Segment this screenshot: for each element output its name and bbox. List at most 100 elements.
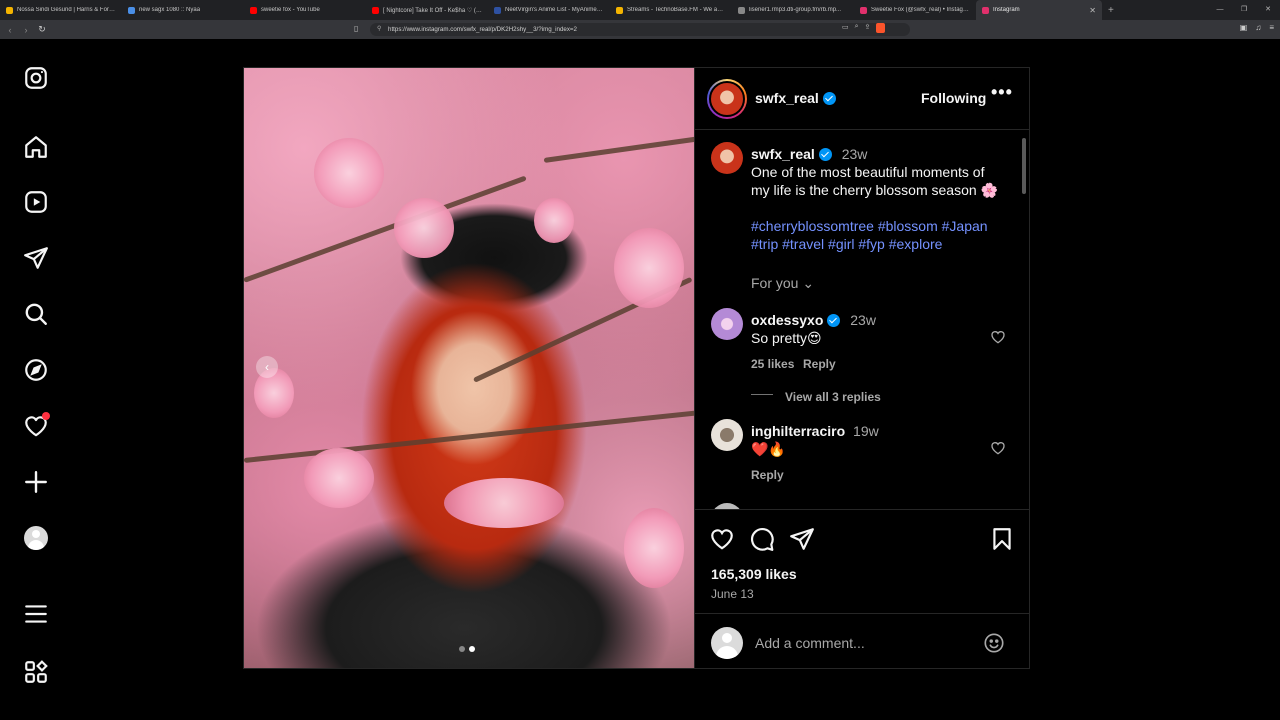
- likes-count[interactable]: 165,309 likes: [711, 566, 797, 582]
- browser-tab[interactable]: Nossa Sindi Gesund | Harris & Ford R...: [0, 0, 122, 20]
- comment-username[interactable]: inghilterraciro: [751, 423, 845, 439]
- post-detail-panel: swfx_real Following ••• swfx_real 23w On…: [694, 68, 1030, 668]
- reload-icon[interactable]: ↻: [36, 24, 48, 35]
- carousel-previous-button[interactable]: ‹: [256, 356, 278, 378]
- new-tab-icon[interactable]: +: [1108, 5, 1114, 16]
- bookmark-icon[interactable]: ▯: [354, 24, 358, 33]
- browser-tab[interactable]: lisener1.rmp3.dti-group.fm/rb.mp...: [732, 0, 854, 20]
- current-user-avatar: [711, 627, 743, 659]
- comments-list[interactable]: swfx_real 23w One of the most beautiful …: [695, 131, 1030, 509]
- messages-icon[interactable]: [22, 244, 50, 272]
- blossom: [624, 508, 684, 588]
- url-field[interactable]: ⚲ https://www.instagram.com/swfx_real/p/…: [370, 23, 910, 36]
- share-icon[interactable]: ⇪: [865, 23, 871, 33]
- forward-icon[interactable]: ›: [20, 25, 32, 35]
- comment-username[interactable]: oxdessyxo: [751, 312, 823, 328]
- reels-icon[interactable]: [22, 188, 50, 216]
- profile-icon[interactable]: [22, 524, 50, 552]
- blossom: [614, 228, 684, 308]
- like-icon[interactable]: [709, 526, 735, 552]
- caption-time[interactable]: 23w: [842, 146, 868, 162]
- comment-input[interactable]: [755, 631, 975, 655]
- tab-label: [ Nightcore] Take It Off - Ke$ha ♡ (L...: [383, 7, 482, 14]
- comment-likes[interactable]: 25 likes: [751, 355, 794, 373]
- blossom: [534, 198, 574, 243]
- comment-time[interactable]: 19w: [853, 423, 879, 439]
- browser-tab[interactable]: [ Nightcore] Take It Off - Ke$ha ♡ (L...: [366, 0, 488, 20]
- minimize-icon[interactable]: —: [1208, 0, 1232, 20]
- share-post-icon[interactable]: [789, 526, 815, 552]
- browser-tab[interactable]: NeetVirgin's Anime List - MyAnimeL...: [488, 0, 610, 20]
- comment-header: inghilterraciro 19w: [751, 422, 879, 440]
- reply-button[interactable]: Reply: [803, 355, 836, 373]
- caption-hashtags[interactable]: #cherryblossomtree #blossom #Japan #trip…: [751, 217, 1006, 253]
- address-bar-actions: ▭ ⌕ ⇪: [842, 23, 886, 33]
- for-you-toggle[interactable]: For you ⌄: [751, 274, 814, 292]
- explore-icon[interactable]: [22, 356, 50, 384]
- zoom-icon[interactable]: ⌕: [855, 23, 859, 33]
- comment-time[interactable]: 23w: [850, 312, 876, 328]
- comment-avatar[interactable]: [711, 308, 743, 340]
- home-icon[interactable]: [22, 133, 50, 161]
- media-icon[interactable]: ♫: [1255, 23, 1261, 32]
- tab-favicon-icon: [128, 6, 135, 14]
- tab-label: new sagx 1080 :: Nyaa: [139, 7, 201, 13]
- tab-label: Nossa Sindi Gesund | Harris & Ford R...: [17, 7, 116, 13]
- verified-badge-icon: [822, 92, 836, 105]
- browser-tab[interactable]: Sweetie Fox (@swfx_real) • Instagram: [854, 0, 976, 20]
- caption-text: One of the most beautiful moments of my …: [751, 164, 998, 198]
- caption-header: swfx_real 23w: [751, 145, 867, 163]
- verified-badge-icon: [827, 314, 841, 327]
- address-bar: ‹ › ↻ ▯ ⚲ https://www.instagram.com/swfx…: [0, 20, 1280, 39]
- menu-icon[interactable]: ≡: [1269, 23, 1274, 32]
- instagram-sidebar: [0, 40, 72, 720]
- install-icon[interactable]: ▭: [842, 23, 849, 33]
- close-tab-icon[interactable]: ✕: [1089, 6, 1096, 15]
- following-button[interactable]: Following: [921, 90, 986, 106]
- browser-tab[interactable]: new sagx 1080 :: Nyaa: [122, 0, 244, 20]
- branch: [543, 135, 694, 163]
- comment-like-icon[interactable]: [990, 440, 1006, 456]
- back-icon[interactable]: ‹: [4, 25, 16, 35]
- post-actions: 165,309 likes June 13: [695, 509, 1030, 668]
- post-date[interactable]: June 13: [711, 587, 754, 601]
- author-avatar[interactable]: [707, 79, 747, 119]
- more-menu-icon[interactable]: [22, 600, 50, 628]
- post-header: swfx_real Following •••: [695, 68, 1030, 130]
- post-photo[interactable]: ‹: [244, 68, 694, 668]
- more-options-icon[interactable]: •••: [991, 82, 1013, 103]
- save-icon[interactable]: [989, 526, 1015, 552]
- reply-button[interactable]: Reply: [751, 466, 784, 484]
- also-from-meta-icon[interactable]: [22, 658, 50, 686]
- comment-text: So pretty😍: [751, 330, 822, 346]
- author-username[interactable]: swfx_real: [755, 90, 836, 106]
- comment-avatar[interactable]: [711, 419, 743, 451]
- toolbar-right: ▣ ♫ ≡: [1240, 23, 1274, 32]
- browser-tab[interactable]: sweetie fox - YouTube: [244, 0, 366, 20]
- tab-favicon-icon: [372, 6, 379, 14]
- create-icon[interactable]: [22, 468, 50, 496]
- brave-shields-icon[interactable]: [876, 23, 886, 33]
- view-replies-button[interactable]: View all 3 replies: [785, 388, 881, 406]
- tab-favicon-icon: [616, 6, 623, 14]
- blossom: [444, 478, 564, 528]
- instagram-logo-icon[interactable]: [22, 64, 50, 92]
- comment-icon[interactable]: [749, 526, 775, 552]
- tab-label: Streams - TechnoBase.FM - We aRe...: [627, 7, 726, 13]
- emoji-icon[interactable]: [983, 632, 1005, 654]
- notifications-icon[interactable]: [22, 412, 50, 440]
- browser-tab[interactable]: Streams - TechnoBase.FM - We aRe...: [610, 0, 732, 20]
- browser-tab[interactable]: Instagram ✕: [976, 0, 1102, 20]
- caption-username[interactable]: swfx_real: [751, 146, 815, 162]
- restore-icon[interactable]: ❐: [1232, 0, 1256, 20]
- caption-avatar[interactable]: [711, 142, 743, 174]
- sidebar-toggle-icon[interactable]: ▣: [1240, 23, 1248, 32]
- comments-scrollbar[interactable]: [1022, 138, 1026, 194]
- close-window-icon[interactable]: ✕: [1256, 0, 1280, 20]
- site-info-icon[interactable]: ⚲: [377, 23, 381, 36]
- search-icon[interactable]: [22, 300, 50, 328]
- blossom: [314, 138, 384, 208]
- tab-favicon-icon: [860, 6, 867, 14]
- comment-like-icon[interactable]: [990, 329, 1006, 345]
- tab-favicon-icon: [250, 6, 257, 14]
